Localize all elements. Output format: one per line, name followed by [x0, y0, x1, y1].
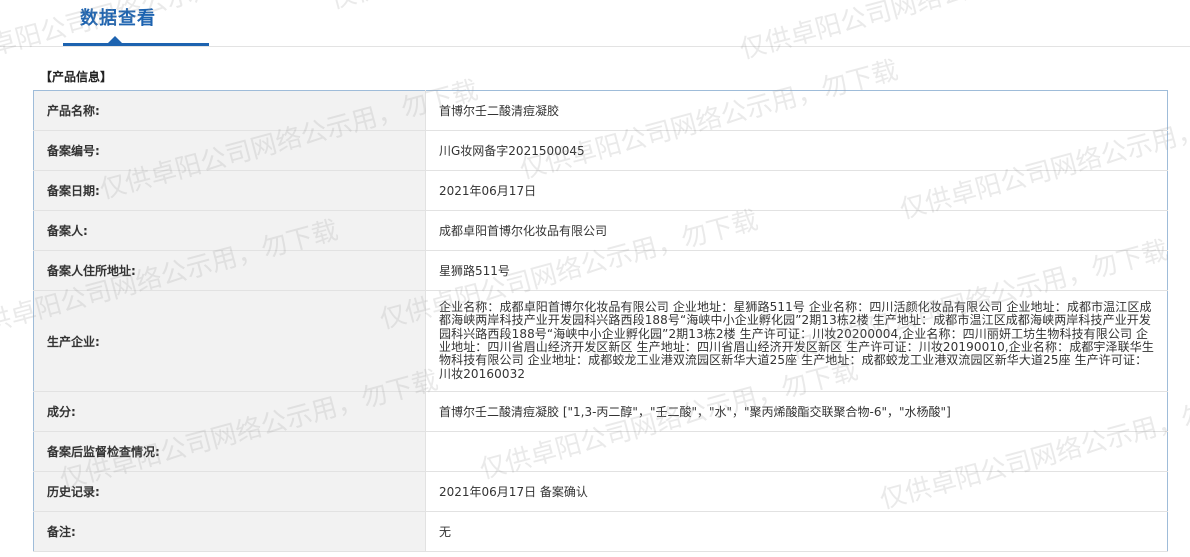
- row-value: 2021年06月17日: [425, 170, 1168, 211]
- tab-data-view[interactable]: 数据查看: [80, 4, 156, 30]
- table-row: 备案人住所地址: 星狮路511号: [33, 250, 1168, 291]
- row-value: 首博尔壬二酸清痘凝胶 ["1,3-丙二醇"，"壬二酸"，"水"，"聚丙烯酸酯交联…: [425, 391, 1168, 432]
- tab-active-underline: [63, 43, 209, 46]
- table-row: 产品名称: 首博尔壬二酸清痘凝胶: [33, 90, 1168, 131]
- table-row: 备案编号: 川G妆网备字2021500045: [33, 130, 1168, 171]
- row-value: 企业名称：成都卓阳首博尔化妆品有限公司 企业地址：星狮路511号 企业名称：四川…: [425, 290, 1168, 392]
- table-row: 历史记录: 2021年06月17日 备案确认: [33, 471, 1168, 512]
- table-row: 备案后监督检查情况:: [33, 431, 1168, 472]
- row-value: [425, 431, 1168, 472]
- row-value: 2021年06月17日 备案确认: [425, 471, 1168, 512]
- tab-bar: 数据查看: [0, 0, 1190, 47]
- table-row: 生产企业: 企业名称：成都卓阳首博尔化妆品有限公司 企业地址：星狮路511号 企…: [33, 290, 1168, 392]
- row-label: 备案人:: [33, 210, 426, 251]
- row-label: 备案人住所地址:: [33, 250, 426, 291]
- table-row: 备注: 无: [33, 511, 1168, 552]
- table-row: 备案人: 成都卓阳首博尔化妆品有限公司: [33, 210, 1168, 251]
- row-label: 产品名称:: [33, 90, 426, 131]
- row-label: 备案后监督检查情况:: [33, 431, 426, 472]
- row-label: 成分:: [33, 391, 426, 432]
- table-row: 备案日期: 2021年06月17日: [33, 170, 1168, 211]
- section-title: 【产品信息】: [40, 70, 113, 84]
- row-value: 成都卓阳首博尔化妆品有限公司: [425, 210, 1168, 251]
- row-label: 备注:: [33, 511, 426, 552]
- row-value: 首博尔壬二酸清痘凝胶: [425, 90, 1168, 131]
- product-info-table: 产品名称: 首博尔壬二酸清痘凝胶 备案编号: 川G妆网备字2021500045 …: [33, 90, 1168, 552]
- row-label: 备案编号:: [33, 130, 426, 171]
- row-value: 星狮路511号: [425, 250, 1168, 291]
- row-label: 生产企业:: [33, 290, 426, 392]
- row-value: 无: [425, 511, 1168, 552]
- tab-active-caret: [108, 36, 122, 43]
- row-label: 历史记录:: [33, 471, 426, 512]
- row-value: 川G妆网备字2021500045: [425, 130, 1168, 171]
- row-label: 备案日期:: [33, 170, 426, 211]
- table-row: 成分: 首博尔壬二酸清痘凝胶 ["1,3-丙二醇"，"壬二酸"，"水"，"聚丙烯…: [33, 391, 1168, 432]
